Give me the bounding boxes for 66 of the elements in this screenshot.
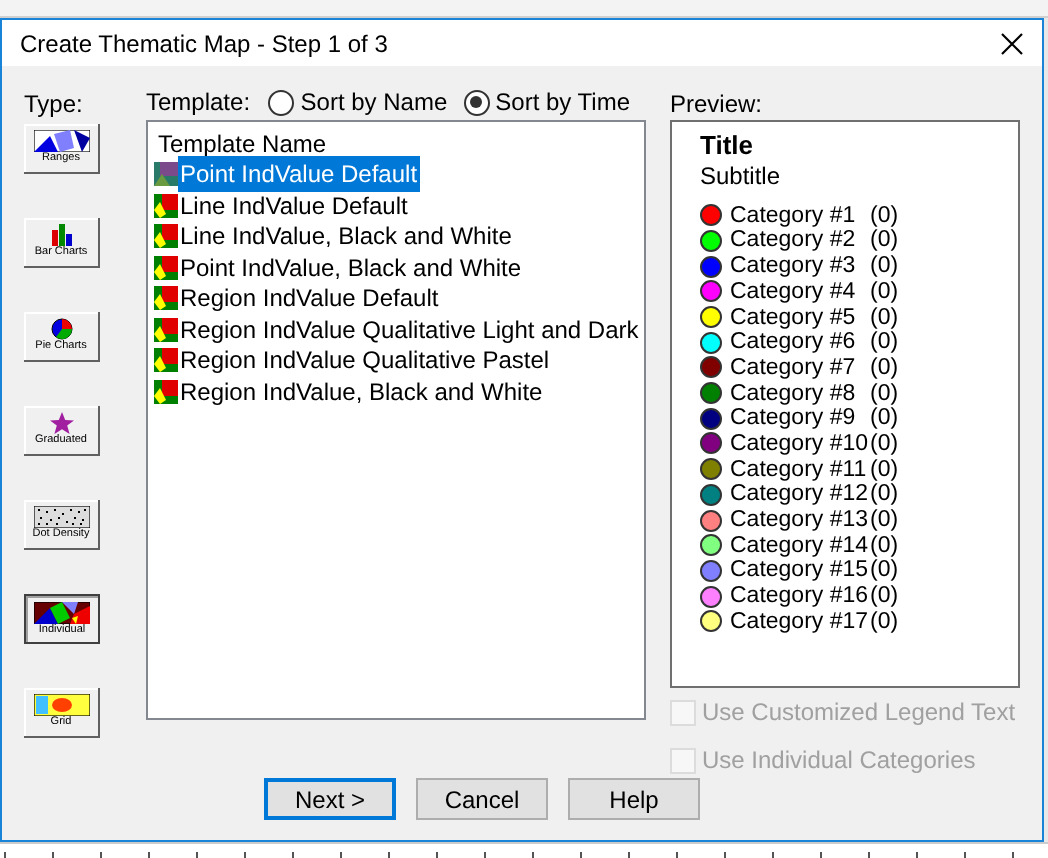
category-name: Category #8 — [730, 381, 858, 406]
template-item[interactable]: Region IndValue Default — [178, 280, 441, 317]
category-count: (0) — [870, 558, 899, 583]
category-name: Category #5 — [730, 305, 858, 330]
template-item[interactable]: Point IndValue Default — [178, 156, 420, 193]
preview-label: Preview: — [670, 88, 765, 119]
category-count: (0) — [870, 482, 899, 507]
template-icon — [154, 224, 178, 249]
template-icon — [154, 255, 178, 280]
dialog-button[interactable]: Next > — [264, 778, 396, 821]
category-count: (0) — [870, 533, 899, 558]
category-name: Category #10 — [730, 431, 870, 456]
category-count: (0) — [870, 203, 899, 228]
category-count: (0) — [870, 254, 899, 279]
category-name: Category #14 — [730, 533, 870, 558]
category-count: (0) — [870, 330, 899, 355]
category-name: Category #13 — [730, 508, 870, 533]
category-name: Category #3 — [730, 254, 858, 279]
category-name: Category #16 — [730, 584, 870, 609]
category-name: Category #2 — [730, 228, 858, 253]
category-count: (0) — [870, 228, 899, 253]
template-icon — [154, 348, 178, 373]
template-icon — [154, 162, 178, 187]
category-name: Category #11 — [730, 457, 869, 482]
category-count: (0) — [870, 279, 899, 304]
individual-map-icon — [34, 601, 90, 624]
window-title: Create Thematic Map - Step 1 of 3 — [20, 27, 388, 62]
template-item[interactable]: Region IndValue Qualitative Pastel — [178, 342, 552, 379]
category-name: Category #6 — [730, 330, 858, 355]
legend-subtitle: Subtitle — [700, 162, 781, 191]
template-icon — [154, 193, 178, 218]
legend-title: Title — [700, 130, 753, 163]
category-count: (0) — [870, 508, 899, 533]
column-header: Template Name — [156, 128, 329, 159]
sort-radio[interactable]: Sort by Time — [463, 84, 630, 121]
category-count: (0) — [870, 584, 899, 609]
dot-pattern-icon — [33, 506, 89, 529]
grid-heatmap-icon — [33, 694, 89, 717]
category-count: (0) — [870, 305, 899, 330]
template-item[interactable]: Region IndValue, Black and White — [178, 373, 545, 410]
category-count: (0) — [870, 355, 899, 380]
category-count: (0) — [870, 609, 899, 634]
category-name: Category #1 — [730, 203, 858, 228]
category-name: Category #7 — [730, 355, 858, 380]
category-count: (0) — [870, 381, 899, 406]
sort-radio[interactable]: Sort by Name — [268, 84, 448, 121]
category-count: (0) — [870, 406, 899, 431]
template-item[interactable]: Point IndValue, Black and White — [178, 249, 524, 286]
type-label: Type: — [24, 88, 85, 119]
category-name: Category #9 — [730, 406, 858, 431]
template-item[interactable]: Region IndValue Qualitative Light and Dark — [178, 311, 641, 348]
template-label: Template: — [146, 86, 253, 121]
dialog-button[interactable]: Cancel — [416, 778, 548, 821]
ranges-map-icon — [33, 130, 89, 153]
category-name: Category #12 — [730, 482, 870, 507]
template-icon — [154, 379, 178, 404]
template-icon — [154, 317, 178, 342]
template-item[interactable]: Line IndValue Default — [178, 187, 410, 224]
category-name: Category #17 — [730, 609, 870, 634]
category-name: Category #4 — [730, 279, 858, 304]
dialog-button[interactable]: Help — [568, 778, 700, 821]
template-item[interactable]: Line IndValue, Black and White — [178, 218, 514, 255]
category-name: Category #15 — [730, 558, 870, 583]
template-icon — [154, 286, 178, 311]
category-count: (0) — [870, 431, 899, 456]
category-count: (0) — [870, 457, 899, 482]
